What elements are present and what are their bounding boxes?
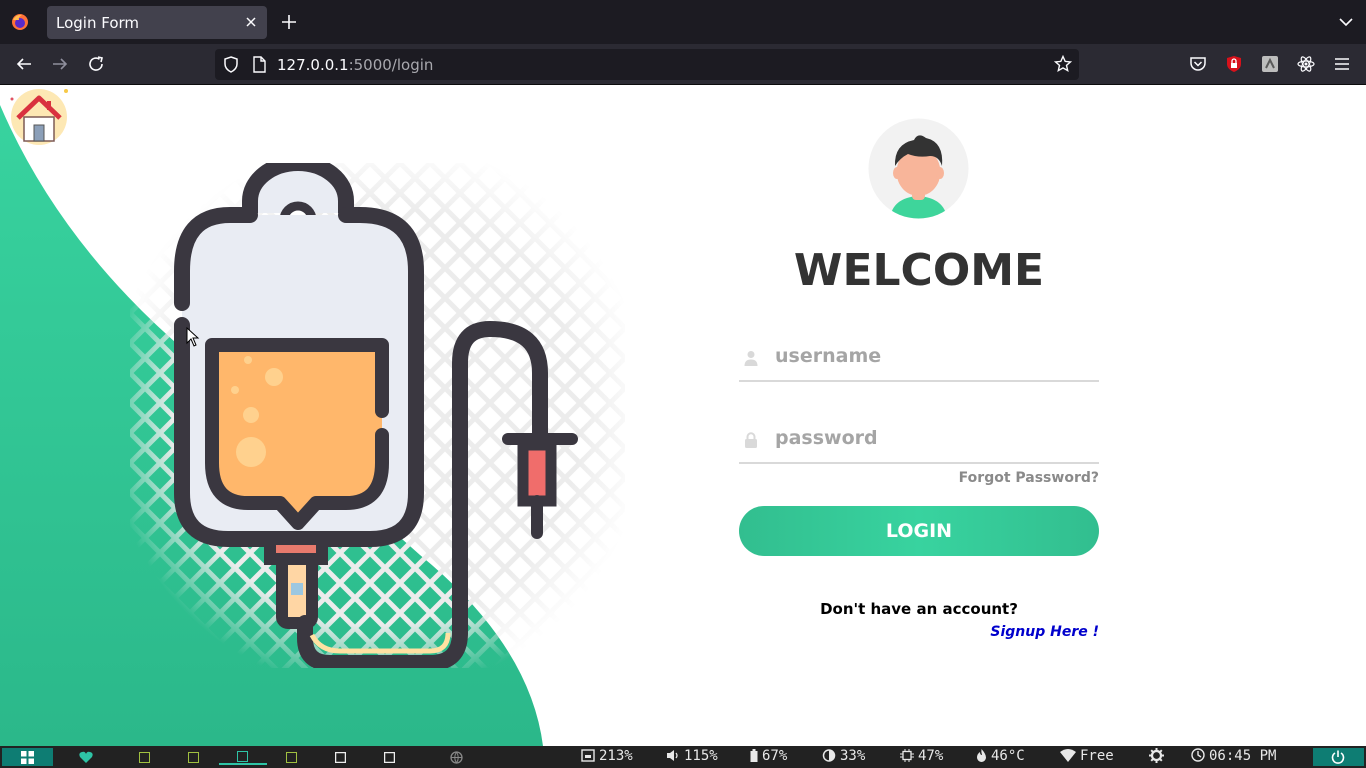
grid-icon (21, 751, 34, 764)
list-all-tabs-icon[interactable] (1338, 15, 1354, 29)
avatar-icon (868, 118, 969, 219)
pocket-icon[interactable] (1189, 55, 1207, 73)
start-menu-button[interactable] (2, 748, 53, 766)
no-account-text: Don't have an account? (820, 600, 1018, 618)
url-path: :5000/login (348, 56, 434, 74)
firefox-icon[interactable] (10, 12, 30, 32)
login-button[interactable]: LOGIN (739, 506, 1099, 556)
system-taskbar: 213% 115% 67% 33% 47% 46°C Free 06:45 PM (0, 746, 1366, 768)
back-icon[interactable] (15, 55, 33, 73)
clock-value: 06:45 PM (1209, 748, 1277, 764)
forward-icon[interactable] (51, 55, 69, 73)
brightness-status: 33% (822, 748, 865, 764)
password-input[interactable] (775, 420, 1095, 456)
navigation-bar: 127.0.0.1:5000/login (0, 44, 1366, 85)
welcome-heading: WELCOME (793, 245, 1045, 296)
cpu-value: 47% (918, 748, 944, 764)
username-input[interactable] (775, 338, 1095, 374)
volume-value: 115% (684, 748, 718, 764)
settings-status[interactable] (1149, 748, 1168, 765)
login-page: WELCOME Forgot Password? LOGIN Don't hav… (0, 85, 1366, 746)
window-icon (335, 752, 346, 763)
gear-icon (1149, 748, 1164, 763)
user-icon (744, 351, 758, 366)
window-icon (384, 752, 395, 763)
lock-icon (745, 432, 757, 448)
home-logo-icon[interactable] (8, 87, 70, 147)
username-field (739, 330, 1099, 382)
temperature-value: 46°C (991, 748, 1025, 764)
flame-icon (977, 749, 986, 762)
cpu-icon (900, 749, 914, 762)
tab-login-form[interactable]: Login Form (47, 6, 267, 39)
window-icon (286, 752, 297, 763)
workspace-3[interactable] (170, 749, 218, 765)
volume-status: 115% (666, 748, 718, 764)
workspace-2[interactable] (121, 749, 169, 765)
battery-value: 67% (762, 748, 788, 764)
wifi-icon (1060, 749, 1076, 762)
tab-title: Login Form (56, 14, 140, 32)
cpu-status: 47% (900, 748, 943, 764)
globe-icon (450, 751, 463, 764)
forgot-password-link[interactable]: Forgot Password? (900, 470, 1099, 486)
battery-icon (750, 749, 758, 762)
bookmark-star-icon[interactable] (1054, 55, 1072, 73)
url-text[interactable]: 127.0.0.1:5000/login (277, 56, 433, 74)
heart-icon (79, 751, 93, 763)
iv-bag-illustration (130, 163, 625, 668)
disk-icon (581, 749, 595, 762)
mouse-cursor-icon (186, 327, 200, 347)
workspace-4-active[interactable] (219, 749, 267, 765)
disk-value: 213% (599, 748, 633, 764)
brightness-value: 33% (840, 748, 866, 764)
reload-icon[interactable] (87, 55, 105, 73)
workspace-8[interactable] (434, 749, 482, 765)
power-button[interactable] (1313, 748, 1364, 766)
window-icon (188, 752, 199, 763)
workspace-7[interactable] (366, 749, 414, 765)
clock-icon (1191, 748, 1205, 762)
menu-icon[interactable] (1333, 55, 1351, 73)
password-field (739, 412, 1099, 464)
shield-icon[interactable] (223, 56, 239, 73)
tab-bar: Login Form (0, 0, 1366, 44)
workspace-1[interactable] (62, 749, 110, 765)
disk-status: 213% (581, 748, 633, 764)
page-icon[interactable] (252, 56, 266, 73)
window-icon (237, 751, 248, 762)
ublock-icon[interactable] (1225, 55, 1243, 73)
close-tab-icon[interactable] (243, 14, 259, 30)
react-devtools-icon[interactable] (1297, 55, 1315, 73)
signup-link[interactable]: Signup Here ! (900, 624, 1099, 640)
volume-icon (667, 750, 678, 761)
power-icon (1331, 750, 1345, 764)
clock-status[interactable]: 06:45 PM (1191, 748, 1276, 764)
workspace-5[interactable] (268, 749, 316, 765)
url-host: 127.0.0.1 (277, 56, 349, 74)
workspace-6[interactable] (317, 749, 365, 765)
network-value: Free (1080, 748, 1114, 764)
url-bar[interactable]: 127.0.0.1:5000/login (215, 49, 1079, 80)
window-icon (139, 752, 150, 763)
extension-icon[interactable] (1261, 55, 1279, 73)
new-tab-icon[interactable] (281, 14, 297, 30)
brightness-icon (822, 749, 836, 762)
battery-status: 67% (750, 748, 787, 764)
network-status: Free (1060, 748, 1114, 764)
temperature-status: 46°C (976, 748, 1025, 764)
